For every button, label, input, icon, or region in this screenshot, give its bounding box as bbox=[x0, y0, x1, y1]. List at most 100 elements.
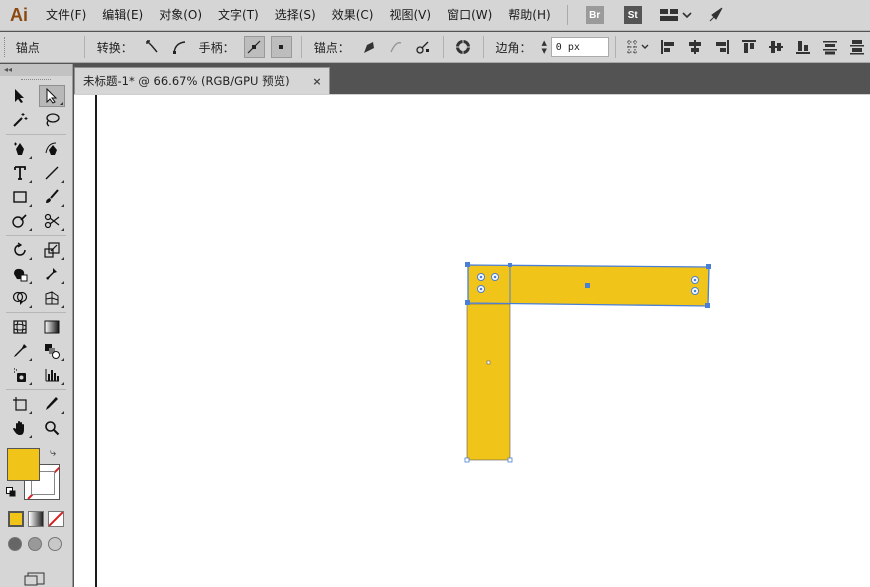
hand-tool-icon[interactable] bbox=[7, 417, 33, 439]
anchor-point-hollow[interactable] bbox=[507, 457, 513, 463]
perspective-grid-tool-icon[interactable] bbox=[39, 287, 65, 309]
convert-label: 转换： bbox=[96, 40, 133, 55]
color-mode-row bbox=[0, 510, 72, 528]
line-segment-tool-icon[interactable] bbox=[39, 162, 65, 184]
rotate-tool-icon[interactable] bbox=[7, 239, 33, 261]
anchor-point[interactable] bbox=[706, 264, 711, 269]
fill-stroke-widget: ⤷ bbox=[0, 444, 72, 506]
control-mode-label: 锚点 bbox=[15, 40, 40, 55]
menu-select[interactable]: 选择(S) bbox=[267, 0, 324, 31]
column-graph-tool-icon[interactable] bbox=[39, 364, 65, 386]
align-right-icon[interactable] bbox=[711, 36, 732, 58]
align-left-icon[interactable] bbox=[657, 36, 678, 58]
gradient-tool-icon[interactable] bbox=[39, 316, 65, 338]
control-separator bbox=[614, 36, 616, 58]
curvature-tool-icon[interactable] bbox=[39, 138, 65, 160]
tool-divider bbox=[6, 134, 66, 135]
corner-spinner[interactable]: ▲ ▼ bbox=[537, 37, 550, 57]
anchor-point-hollow[interactable] bbox=[464, 457, 470, 463]
menu-help[interactable]: 帮助(H) bbox=[500, 0, 558, 31]
shape-builder-tool-icon[interactable] bbox=[7, 287, 33, 309]
distribute-top-icon[interactable] bbox=[819, 36, 840, 58]
panel-grip[interactable] bbox=[0, 76, 72, 84]
paintbrush-tool-icon[interactable] bbox=[39, 186, 65, 208]
stock-button[interactable]: St bbox=[623, 6, 642, 24]
swap-fill-stroke-icon[interactable]: ⤷ bbox=[50, 446, 56, 460]
panel-collapse-icon[interactable]: ◂◂ bbox=[0, 64, 72, 76]
color-mode-icon[interactable] bbox=[8, 511, 24, 527]
tool-divider bbox=[6, 235, 66, 236]
zoom-tool-icon[interactable] bbox=[39, 417, 65, 439]
draw-normal-icon[interactable] bbox=[8, 537, 22, 551]
mesh-tool-icon[interactable] bbox=[7, 316, 33, 338]
none-mode-icon[interactable] bbox=[48, 511, 64, 527]
slice-tool-icon[interactable] bbox=[39, 393, 65, 415]
close-tab-icon[interactable]: × bbox=[309, 75, 325, 88]
convert-smooth-icon[interactable] bbox=[169, 36, 190, 58]
magic-wand-tool-icon[interactable] bbox=[7, 109, 33, 131]
menu-edit[interactable]: 编辑(E) bbox=[94, 0, 151, 31]
menu-bar: Ai 文件(F) 编辑(E) 对象(O) 文字(T) 选择(S) 效果(C) 视… bbox=[0, 0, 870, 31]
control-separator bbox=[83, 36, 85, 58]
rocket-icon[interactable] bbox=[706, 5, 726, 25]
artwork-layer bbox=[464, 262, 711, 463]
workspace-grid-icon[interactable] bbox=[658, 5, 694, 25]
menu-effect[interactable]: 效果(C) bbox=[324, 0, 382, 31]
anchor-point[interactable] bbox=[465, 300, 470, 305]
vertical-rectangle[interactable] bbox=[466, 303, 511, 461]
drawing-mode-row bbox=[0, 536, 72, 552]
convert-corner-icon[interactable] bbox=[142, 36, 163, 58]
remove-anchor-icon[interactable] bbox=[359, 36, 380, 58]
anchor-point[interactable] bbox=[705, 303, 710, 308]
eyedropper-tool-icon[interactable] bbox=[7, 340, 33, 362]
center-point[interactable] bbox=[585, 283, 590, 288]
lasso-tool-icon[interactable] bbox=[39, 109, 65, 131]
hide-handles-icon[interactable] bbox=[270, 36, 292, 58]
show-handles-icon[interactable] bbox=[243, 36, 265, 58]
fill-color-swatch-front[interactable] bbox=[7, 448, 40, 481]
draw-behind-icon[interactable] bbox=[28, 537, 42, 551]
align-top-icon[interactable] bbox=[738, 36, 759, 58]
scissors-tool-icon[interactable] bbox=[39, 210, 65, 232]
tool-divider bbox=[6, 312, 66, 313]
menu-file[interactable]: 文件(F) bbox=[38, 0, 94, 31]
align-horizontal-center-icon[interactable] bbox=[684, 36, 705, 58]
anchor-point[interactable] bbox=[508, 263, 512, 267]
document-tab[interactable]: 未标题-1* @ 66.67% (RGB/GPU 预览) × bbox=[74, 67, 330, 94]
center-point-hollow bbox=[486, 360, 491, 365]
warp-tool-icon[interactable] bbox=[7, 263, 33, 285]
corner-label: 边角： bbox=[495, 40, 532, 55]
align-to-selection-icon[interactable] bbox=[625, 36, 652, 58]
artboard-tool-icon[interactable] bbox=[7, 393, 33, 415]
anchor-point[interactable] bbox=[465, 262, 470, 267]
shaper-tool-icon[interactable] bbox=[7, 210, 33, 232]
rectangle-tool-icon[interactable] bbox=[7, 186, 33, 208]
anchors-label: 锚点： bbox=[313, 40, 350, 55]
corner-radius-field[interactable] bbox=[550, 37, 609, 57]
menu-type[interactable]: 文字(T) bbox=[210, 0, 267, 31]
recolor-icon[interactable] bbox=[453, 36, 474, 58]
draw-inside-icon[interactable] bbox=[48, 537, 62, 551]
bridge-button[interactable]: Br bbox=[585, 6, 604, 24]
menu-view[interactable]: 视图(V) bbox=[381, 0, 439, 31]
type-tool-icon[interactable] bbox=[7, 162, 33, 184]
menu-object[interactable]: 对象(O) bbox=[151, 0, 210, 31]
pen-tool-icon[interactable] bbox=[7, 138, 33, 160]
gradient-mode-icon[interactable] bbox=[28, 511, 44, 527]
align-vertical-center-icon[interactable] bbox=[765, 36, 786, 58]
default-colors-icon[interactable] bbox=[6, 486, 16, 497]
symbol-sprayer-tool-icon[interactable] bbox=[7, 364, 33, 386]
cut-path-icon[interactable] bbox=[413, 36, 434, 58]
connect-anchors-icon[interactable] bbox=[386, 36, 407, 58]
tool-divider bbox=[6, 389, 66, 390]
blend-tool-icon[interactable] bbox=[39, 340, 65, 362]
canvas-area[interactable] bbox=[74, 94, 870, 587]
distribute-center-icon[interactable] bbox=[846, 36, 867, 58]
puppet-warp-tool-icon[interactable] bbox=[39, 263, 65, 285]
selection-tool-icon[interactable] bbox=[7, 85, 33, 107]
menu-window[interactable]: 窗口(W) bbox=[439, 0, 500, 31]
screen-mode-icon[interactable] bbox=[24, 572, 46, 587]
align-bottom-icon[interactable] bbox=[792, 36, 813, 58]
direct-selection-tool-icon[interactable] bbox=[39, 85, 65, 107]
scale-tool-icon[interactable] bbox=[39, 239, 65, 261]
